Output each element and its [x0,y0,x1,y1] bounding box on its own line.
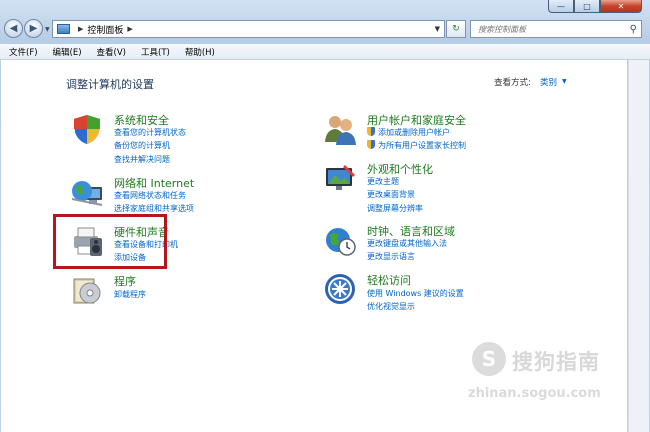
category-title[interactable]: 网络和 Internet [114,175,194,191]
maximize-button[interactable]: □ [574,0,600,13]
category-title[interactable]: 程序 [114,273,136,289]
category-link[interactable]: 更改键盘或其他输入法 [367,238,447,249]
back-arrow-icon: ◀ [9,23,18,34]
watermark: S 搜狗指南 zhinan.sogou.com [468,338,628,418]
uac-shield-icon [367,127,375,136]
category-link[interactable]: 查看网络状态和任务 [114,190,186,201]
category-title[interactable]: 系统和安全 [114,112,169,128]
search-input[interactable] [476,23,620,35]
close-button[interactable]: ✕ [600,0,642,13]
category-title[interactable]: 用户帐户和家庭安全 [367,112,466,128]
forward-button[interactable]: ▶ [24,19,43,38]
category-title[interactable]: 外观和个性化 [367,161,433,177]
breadcrumb-separator-icon[interactable]: ▶ [127,25,132,33]
refresh-button[interactable]: ↻ [446,20,466,38]
link-text[interactable]: 为所有用户设置家长控制 [378,141,466,150]
menu-file[interactable]: 文件(F) [9,46,38,58]
category-link[interactable]: 使用 Windows 建议的设置 [367,288,464,299]
watermark-logo-icon: S [472,342,506,376]
window-controls: — □ ✕ [548,0,642,14]
watermark-text: 搜狗指南 [512,350,600,374]
search-icon[interactable]: ⚲ [630,24,637,35]
uac-shield-icon [367,140,375,149]
menu-edit[interactable]: 编辑(E) [53,46,82,58]
back-button[interactable]: ◀ [4,19,23,38]
monitor-paint-icon [326,165,355,190]
refresh-icon: ↻ [452,24,460,34]
address-dropdown-icon[interactable]: ▼ [435,25,440,33]
page-title: 调整计算机的设置 [66,78,154,91]
breadcrumb-control-panel[interactable]: 控制面板 [87,23,123,36]
category-link[interactable]: 备份您的计算机 [114,140,170,151]
view-by-label: 查看方式: [494,78,531,88]
highlight-box [53,214,167,269]
category-link[interactable]: 更改桌面背景 [367,189,415,200]
address-bar[interactable]: ▶ 控制面板 ▶ ▼ [52,20,445,38]
network-globe-icon [71,181,103,206]
category-link[interactable]: 查看您的计算机状态 [114,127,186,138]
category-link[interactable]: 更改显示语言 [367,251,415,262]
category-link[interactable]: 优化视觉显示 [367,301,415,312]
vertical-scrollbar[interactable] [628,60,649,432]
category-link[interactable]: 更改主题 [367,176,399,187]
forward-arrow-icon: ▶ [29,23,38,34]
category-title[interactable]: 轻松访问 [367,272,411,288]
menu-view[interactable]: 查看(V) [97,46,126,58]
shield-flag-icon [74,115,100,144]
users-icon [325,116,356,145]
menu-tools[interactable]: 工具(T) [141,46,170,58]
minimize-button[interactable]: — [548,0,574,13]
clock-globe-icon [326,228,356,256]
breadcrumb-separator-icon[interactable]: ▶ [78,25,83,33]
chevron-down-icon[interactable]: ▼ [562,78,567,85]
category-title[interactable]: 时钟、语言和区域 [367,223,455,239]
category-link[interactable]: 为所有用户设置家长控制 [367,140,466,151]
link-text[interactable]: 添加或删除用户帐户 [378,128,450,137]
navigation-bar: ◀ ▶ ▼ ▶ 控制面板 ▶ ▼ ↻ ⚲ [0,14,650,44]
accessibility-icon [325,274,355,304]
view-by-dropdown[interactable]: 类别 [540,76,557,88]
menu-help[interactable]: 帮助(H) [185,46,215,58]
control-panel-icon [57,24,70,34]
category-link[interactable]: 卸载程序 [114,289,146,300]
category-link[interactable]: 查找并解决问题 [114,154,170,165]
watermark-url: zhinan.sogou.com [468,386,601,401]
category-link[interactable]: 添加或删除用户帐户 [367,127,450,138]
category-link[interactable]: 选择家庭组和共享选项 [114,203,194,214]
search-box[interactable]: ⚲ [470,20,642,38]
menu-bar: 文件(F) 编辑(E) 查看(V) 工具(T) 帮助(H) [0,44,650,60]
programs-disc-icon [73,278,101,304]
category-link[interactable]: 调整屏幕分辨率 [367,203,423,214]
recent-pages-dropdown-icon[interactable]: ▼ [45,26,50,33]
